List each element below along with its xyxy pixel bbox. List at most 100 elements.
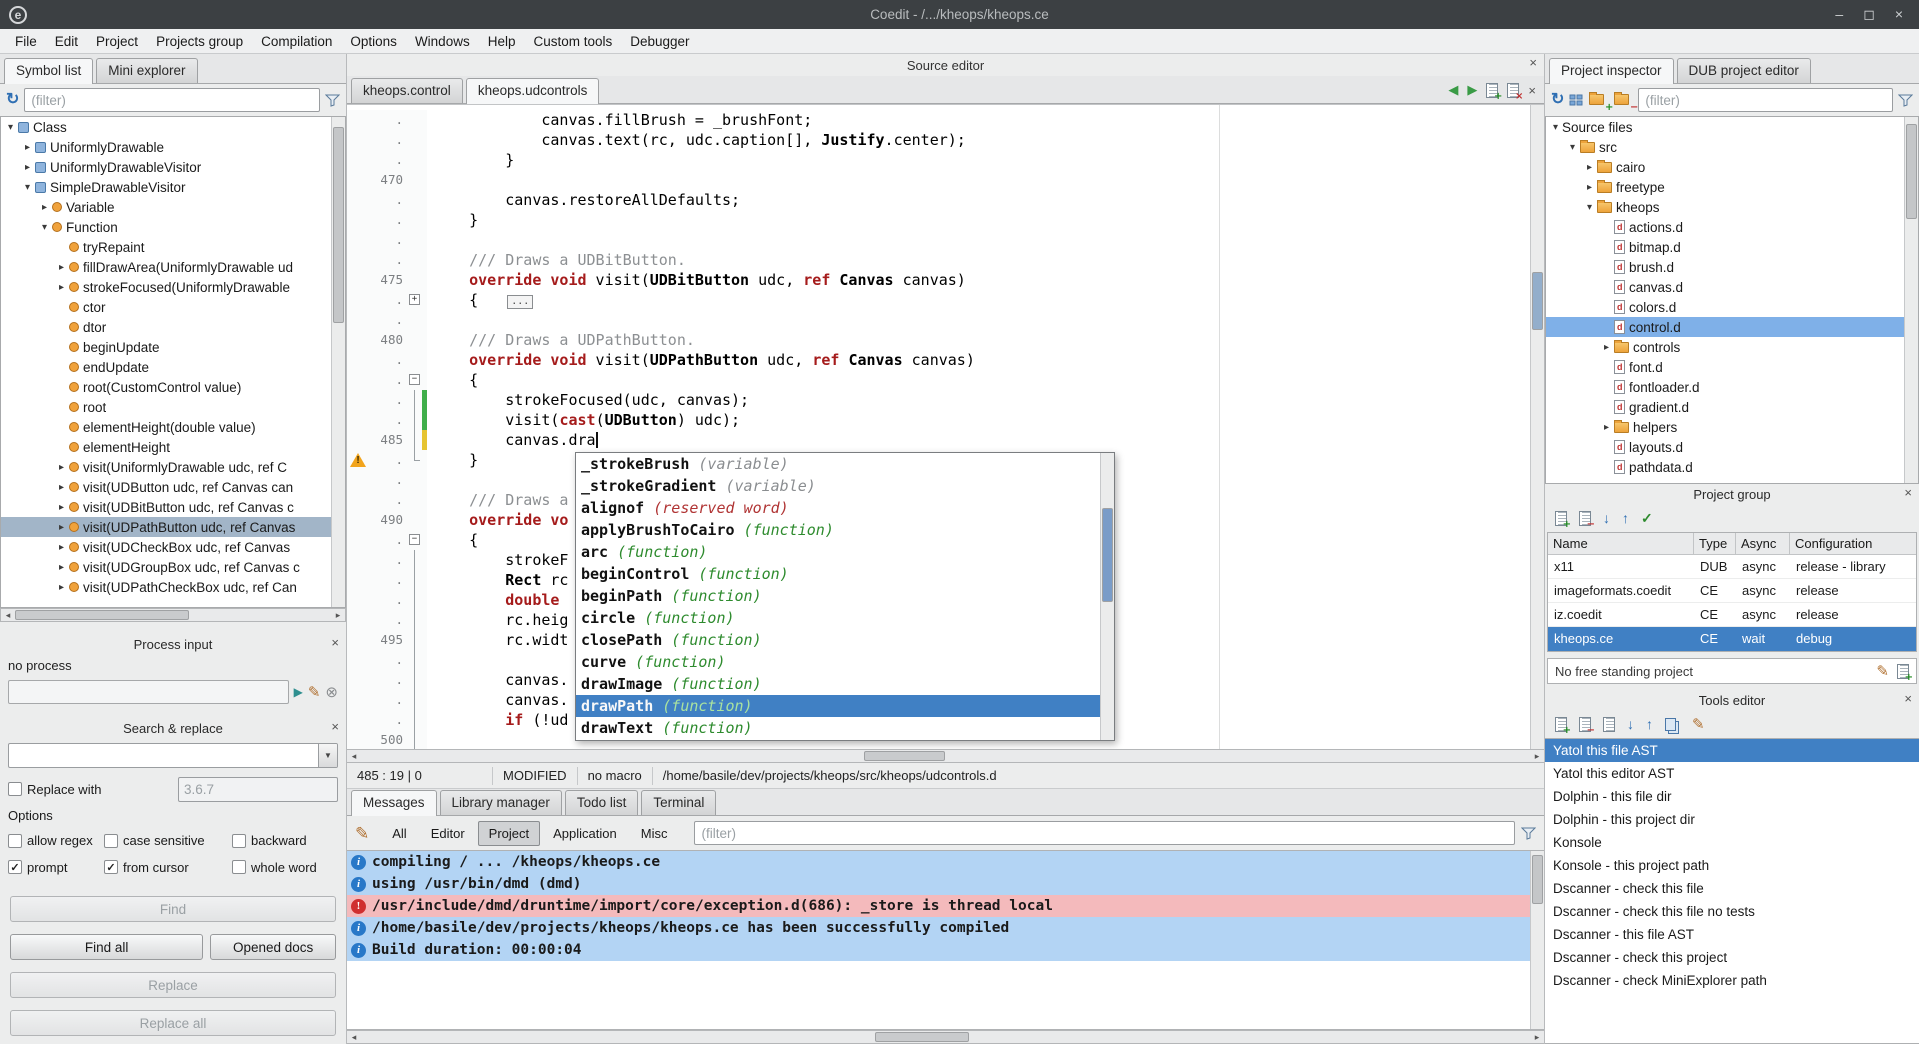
tree-item-canvas-d[interactable]: canvas.d	[1546, 277, 1918, 297]
add-project-icon[interactable]: +	[1555, 511, 1567, 526]
move-project-up-icon[interactable]: ↑	[1622, 510, 1629, 526]
completion-item-applybrushtocairo[interactable]: applyBrushToCairo (function)	[576, 519, 1114, 541]
tree-item-font-d[interactable]: font.d	[1546, 357, 1918, 377]
collapse-icon[interactable]: ▾	[4, 122, 17, 133]
detach-editor-icon[interactable]: ×	[1528, 83, 1536, 98]
code-line[interactable]: . override void visit(UDPathButton udc, …	[347, 350, 1544, 370]
find-all-button[interactable]: Find all	[10, 934, 203, 960]
completion-item-curve[interactable]: curve (function)	[576, 651, 1114, 673]
tree-item-visit-udcheckbox-udc-ref-canvas[interactable]: ▸visit(UDCheckBox udc, ref Canvas	[1, 537, 345, 557]
code-line[interactable]: . canvas.fillBrush = _brushFont;	[347, 110, 1544, 130]
project-filter-input[interactable]	[1638, 88, 1893, 112]
checkbox-box[interactable]	[232, 860, 246, 874]
menu-custom-tools[interactable]: Custom tools	[524, 32, 621, 51]
completion-item-drawpath[interactable]: drawPath (function)	[576, 695, 1114, 717]
tree-item-uniformlydrawablevisitor[interactable]: ▸UniformlyDrawableVisitor	[1, 157, 345, 177]
tool-yatol-this-file-ast[interactable]: Yatol this file AST	[1545, 739, 1919, 762]
tree-item-fontloader-d[interactable]: fontloader.d	[1546, 377, 1918, 397]
code-line[interactable]: . canvas.restoreAllDefaults;	[347, 190, 1544, 210]
code-line[interactable]: .+ { ...	[347, 290, 1544, 310]
completion-item-drawtext[interactable]: drawText (function)	[576, 717, 1114, 739]
tab-messages[interactable]: Messages	[351, 790, 437, 816]
editor-hscrollbar[interactable]: ◂ ▸	[347, 749, 1544, 763]
tree-item-endupdate[interactable]: endUpdate	[1, 357, 345, 377]
search-term-input[interactable]	[9, 744, 318, 767]
scroll-left-icon[interactable]: ◂	[347, 1032, 361, 1043]
tree-item-bitmap-d[interactable]: bitmap.d	[1546, 237, 1918, 257]
refresh-symbols-icon[interactable]: ↻	[6, 92, 19, 108]
expand-icon[interactable]: ▸	[55, 482, 68, 493]
add-tool-icon[interactable]: +	[1555, 717, 1567, 732]
tree-item-cairo[interactable]: ▸cairo	[1546, 157, 1918, 177]
move-tool-down-icon[interactable]: ↓	[1627, 716, 1634, 732]
code-line[interactable]: . visit(cast(UDButton) udc);	[347, 410, 1544, 430]
tree-item-colors-d[interactable]: colors.d	[1546, 297, 1918, 317]
code-line[interactable]: 480 /// Draws a UDPathButton.	[347, 330, 1544, 350]
code-editor[interactable]: . canvas.fillBrush = _brushFont; . canvas…	[347, 104, 1544, 749]
completion-item-strokebrush[interactable]: _strokeBrush (variable)	[576, 453, 1114, 475]
completion-item-strokegradient[interactable]: _strokeGradient (variable)	[576, 475, 1114, 497]
tree-item-tryrepaint[interactable]: tryRepaint	[1, 237, 345, 257]
edit-free-project-icon[interactable]: ✎	[1876, 664, 1889, 679]
tool-yatol-this-editor-ast[interactable]: Yatol this editor AST	[1545, 762, 1919, 785]
menu-options[interactable]: Options	[341, 32, 406, 51]
fold-toggle-icon[interactable]: −	[409, 534, 420, 545]
move-tool-up-icon[interactable]: ↑	[1646, 716, 1653, 732]
code-line[interactable]: .− {	[347, 370, 1544, 390]
tree-item-helpers[interactable]: ▸helpers	[1546, 417, 1918, 437]
tab-todo-list[interactable]: Todo list	[565, 790, 639, 815]
project-tree-vscrollbar[interactable]	[1904, 117, 1918, 483]
remove-tool-icon[interactable]: −	[1579, 717, 1591, 732]
tool-konsole-this-project-path[interactable]: Konsole - this project path	[1545, 854, 1919, 877]
tree-item-variable[interactable]: ▸Variable	[1, 197, 345, 217]
kill-process-icon[interactable]: ⊗	[325, 685, 338, 700]
option-case-sensitive[interactable]: case sensitive	[104, 833, 232, 848]
column-header[interactable]: Async	[1736, 533, 1790, 554]
scroll-left-icon[interactable]: ◂	[1, 610, 15, 621]
option-allow-regex[interactable]: allow regex	[8, 833, 104, 848]
fold-toggle-icon[interactable]: −	[409, 374, 420, 385]
expand-icon[interactable]: ▸	[55, 542, 68, 553]
search-history-dropdown-icon[interactable]: ▼	[318, 744, 337, 767]
tool-dscanner-check-this-file-no-tests[interactable]: Dscanner - check this file no tests	[1545, 900, 1919, 923]
scroll-left-icon[interactable]: ◂	[347, 751, 361, 762]
message-row[interactable]: iusing /usr/bin/dmd (dmd)	[347, 873, 1544, 895]
tree-item-elementheight-double-value[interactable]: elementHeight(double value)	[1, 417, 345, 437]
maximize-icon[interactable]: ◻	[1863, 6, 1875, 23]
completion-item-begincontrol[interactable]: beginControl (function)	[576, 563, 1114, 585]
add-folder-icon[interactable]: +	[1588, 92, 1608, 108]
code-line[interactable]: 470	[347, 170, 1544, 190]
option-whole-word[interactable]: whole word	[232, 860, 338, 875]
collapse-icon[interactable]: ▾	[1566, 142, 1579, 153]
project-row-iz-coedit[interactable]: iz.coeditCEasyncrelease	[1548, 603, 1916, 627]
menu-projects-group[interactable]: Projects group	[147, 32, 252, 51]
code-line[interactable]: . /// Draws a UDBitButton.	[347, 250, 1544, 270]
project-row-kheops-ce[interactable]: kheops.ceCEwaitdebug	[1548, 627, 1916, 651]
message-row[interactable]: !/usr/include/dmd/druntime/import/core/e…	[347, 895, 1544, 917]
tab-terminal[interactable]: Terminal	[641, 790, 716, 815]
edit-input-icon[interactable]: ✎	[308, 685, 321, 700]
expand-icon[interactable]: ▸	[55, 522, 68, 533]
code-line[interactable]: . }	[347, 210, 1544, 230]
tree-item-uniformlydrawable[interactable]: ▸UniformlyDrawable	[1, 137, 345, 157]
checkbox-box[interactable]	[232, 834, 246, 848]
menu-debugger[interactable]: Debugger	[621, 32, 698, 51]
symbol-filter-options-icon[interactable]	[325, 94, 340, 107]
expand-icon[interactable]: ▸	[21, 162, 34, 173]
tree-item-controls[interactable]: ▸controls	[1546, 337, 1918, 357]
close-search-replace-icon[interactable]: ×	[331, 719, 339, 734]
replace-all-button[interactable]: Replace all	[10, 1010, 336, 1036]
tool-dolphin-this-project-dir[interactable]: Dolphin - this project dir	[1545, 808, 1919, 831]
tree-item-freetype[interactable]: ▸freetype	[1546, 177, 1918, 197]
clone-tool-icon[interactable]	[1665, 718, 1676, 731]
tree-item-visit-uniformlydrawable-udc-ref-c[interactable]: ▸visit(UniformlyDrawable udc, ref C	[1, 457, 345, 477]
symbol-tree-vscrollbar[interactable]	[331, 117, 345, 607]
tree-item-gradient-d[interactable]: gradient.d	[1546, 397, 1918, 417]
message-row[interactable]: icompiling / ... /kheops/kheops.ce	[347, 851, 1544, 873]
completion-item-beginpath[interactable]: beginPath (function)	[576, 585, 1114, 607]
close-tools-editor-icon[interactable]: ×	[1904, 691, 1912, 706]
flat-view-icon[interactable]	[1569, 93, 1583, 107]
tree-item-kheops[interactable]: ▾kheops	[1546, 197, 1918, 217]
tree-item-root[interactable]: root	[1, 397, 345, 417]
completion-scrollbar[interactable]	[1100, 453, 1114, 740]
